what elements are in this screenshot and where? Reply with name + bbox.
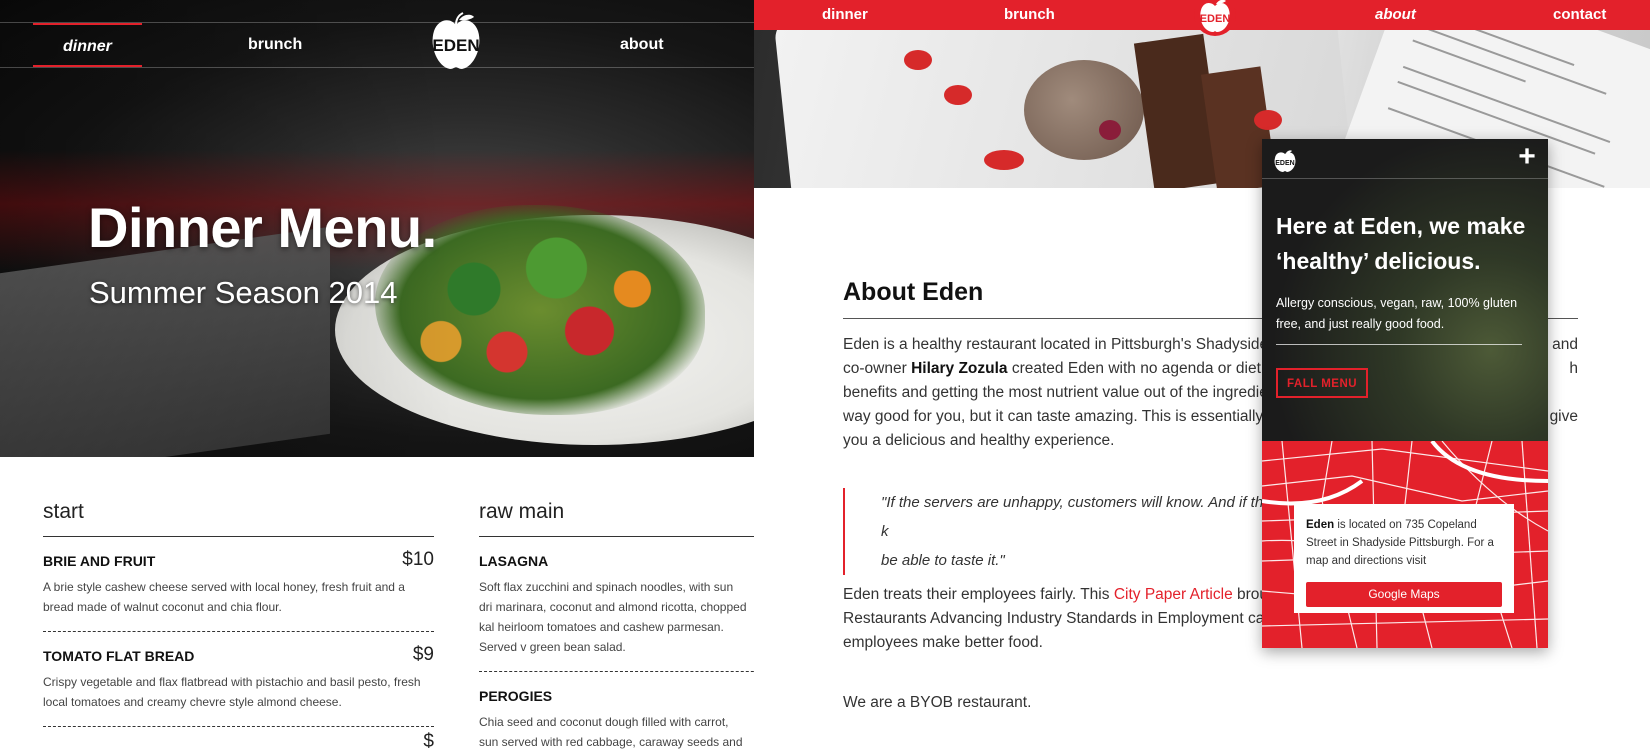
menu-item: BRIE AND FRUIT $10 A brie style cashew c… (43, 537, 434, 632)
nav-contact[interactable]: contact (1553, 0, 1606, 30)
google-maps-button[interactable]: Google Maps (1306, 582, 1502, 607)
main-nav: dinner brunch EDEN about (0, 12, 754, 69)
mobile-nav-bar: EDEN + (1262, 139, 1548, 179)
owner-name: Hilary Zozula (911, 360, 1008, 377)
menu-item: TOMATO FLAT BREAD $9 Crispy vegetable an… (43, 632, 434, 727)
item-description: Soft flax zucchini and spinach noodles, … (479, 580, 747, 654)
menu-column-start: start BRIE AND FRUIT $10 A brie style ca… (43, 500, 434, 752)
section-heading: start (43, 500, 434, 537)
hero-banner: dinner brunch EDEN about Dinner Menu. Su… (0, 0, 754, 457)
city-paper-link[interactable]: City Paper Article (1114, 586, 1233, 603)
page-title: Dinner Menu. (88, 196, 437, 259)
divider (1276, 344, 1522, 345)
plus-icon[interactable]: + (1514, 142, 1540, 172)
menu-column-raw-main: raw main LASAGNA Soft flax zucchini and … (479, 500, 754, 756)
location-info-box: Eden is located on 735 Copeland Street i… (1294, 504, 1514, 613)
mobile-subtext: Allergy conscious, vegan, raw, 100% glut… (1276, 296, 1518, 331)
main-nav: dinner brunch EDEN about contact (754, 0, 1650, 36)
mobile-headline: Here at Eden, we make ‘healthy’ deliciou… (1276, 213, 1526, 274)
eden-apple-logo-icon[interactable]: EDEN (1272, 148, 1298, 174)
logo-text: EDEN (1275, 160, 1294, 167)
eden-apple-logo-icon[interactable]: EDEN (428, 11, 484, 73)
nav-about[interactable]: about (1375, 0, 1416, 30)
item-name: LASAGNA (479, 553, 549, 569)
menu-item: PEROGIES Chia seed and coconut dough fil… (479, 672, 754, 756)
nav-dinner[interactable]: dinner (822, 0, 868, 30)
section-heading: raw main (479, 500, 754, 537)
logo-text: EDEN (432, 36, 479, 55)
menu-item: $ (43, 727, 434, 752)
mobile-hero: EDEN + Here at Eden, we make ‘healthy’ d… (1262, 139, 1548, 441)
item-price: $9 (412, 644, 434, 665)
mobile-preview-card: EDEN + Here at Eden, we make ‘healthy’ d… (1262, 139, 1548, 648)
byob-note: We are a BYOB restaurant. (843, 694, 1032, 711)
fall-menu-button[interactable]: FALL MENU (1276, 368, 1369, 398)
eden-logo[interactable]: EDEN (1194, 0, 1236, 36)
dinner-menu-page: dinner brunch EDEN about Dinner Menu. Su… (0, 0, 754, 756)
nav-dinner[interactable]: dinner (33, 23, 142, 67)
nav-brunch[interactable]: brunch (1004, 0, 1055, 30)
pull-quote: "If the servers are unhappy, customers w… (843, 488, 1273, 575)
item-price: $10 (402, 549, 434, 570)
item-description: A brie style cashew cheese served with l… (43, 580, 405, 614)
eden-apple-logo-icon: EDEN (1200, 0, 1231, 32)
about-heading: About Eden (843, 278, 984, 306)
item-name: TOMATO FLAT BREAD (43, 648, 195, 664)
item-description: Crispy vegetable and flax flatbread with… (43, 675, 421, 709)
location-map[interactable]: Eden is located on 735 Copeland Street i… (1262, 441, 1548, 648)
item-name: BRIE AND FRUIT (43, 553, 156, 569)
nav-brunch[interactable]: brunch (248, 23, 302, 67)
logo-text: EDEN (1200, 13, 1231, 25)
page-subtitle: Summer Season 2014 (89, 275, 398, 310)
item-description: Chia seed and coconut dough filled with … (479, 715, 743, 756)
item-price: $ (423, 731, 434, 752)
menu-item: LASAGNA Soft flax zucchini and spinach n… (479, 537, 754, 672)
nav-about[interactable]: about (620, 23, 664, 67)
item-name: PEROGIES (479, 688, 553, 704)
